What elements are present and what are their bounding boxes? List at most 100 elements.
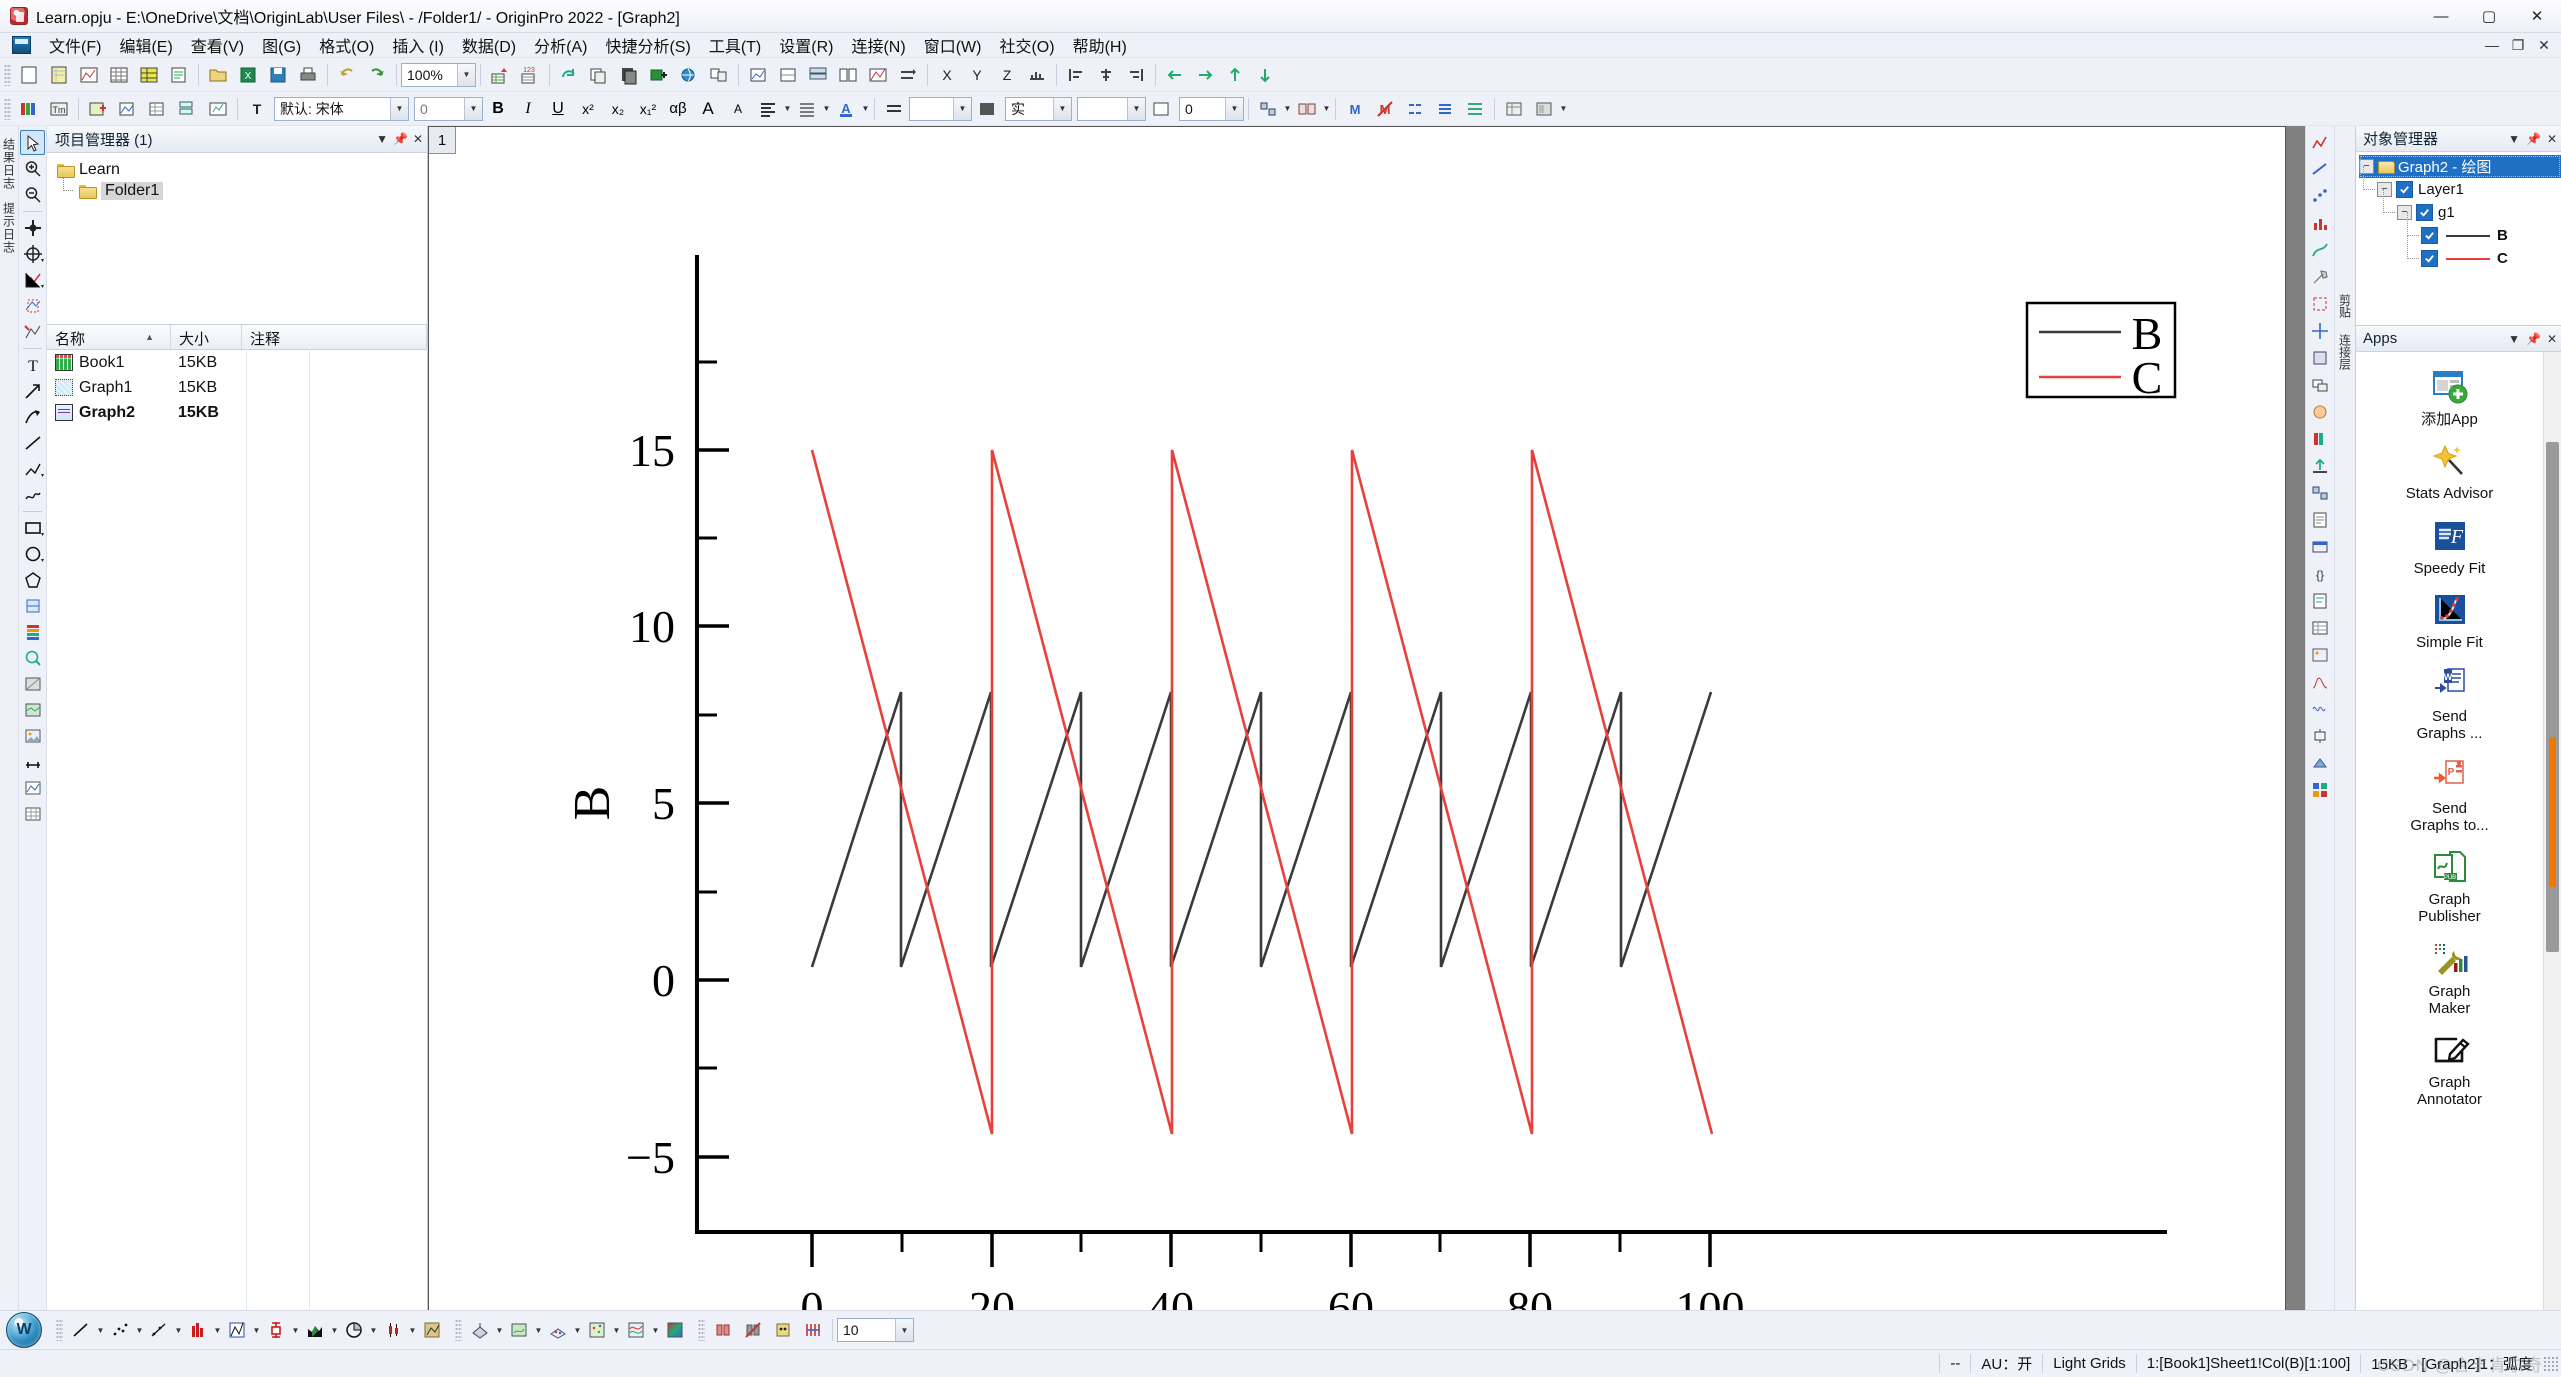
table-insert-icon[interactable] <box>20 801 45 826</box>
pointer-icon[interactable] <box>20 130 45 155</box>
line-thickness-icon[interactable] <box>880 95 908 123</box>
gradient-icon[interactable] <box>20 671 45 696</box>
chevron-down-icon[interactable]: ▼ <box>408 1317 417 1343</box>
om-node-g1[interactable]: − g1 <box>2359 189 2561 224</box>
chevron-down-icon[interactable]: ▼ <box>1322 96 1331 122</box>
menu-item-connect[interactable]: 连接(N) <box>842 31 914 59</box>
screen-reader-icon[interactable]: ▾ <box>20 267 45 292</box>
pin-icon[interactable]: 📌 <box>2526 332 2541 346</box>
chevron-down-icon[interactable]: ▼ <box>390 97 408 120</box>
line-thickness-combo[interactable]: ▼ <box>909 96 972 121</box>
palette-icon[interactable] <box>2307 426 2333 452</box>
chevron-down-icon[interactable]: ▼ <box>783 96 792 122</box>
checkbox-checked-icon[interactable] <box>2421 227 2438 244</box>
script-icon[interactable] <box>2307 588 2333 614</box>
font-size-combo[interactable]: 0 ▼ <box>414 96 483 121</box>
new-notes-icon[interactable] <box>165 61 193 89</box>
checkbox-checked-icon[interactable] <box>2396 181 2413 198</box>
plot-setup-icon[interactable] <box>204 95 232 123</box>
column-bar-icon[interactable] <box>184 1316 212 1345</box>
toolbar-grip[interactable] <box>698 1319 705 1341</box>
scale-icon[interactable] <box>1023 61 1051 89</box>
app-item-send-graphs-ppt[interactable]: P Send Graphs to... <box>2375 751 2525 841</box>
menu-item-data[interactable]: 数据(D) <box>453 31 525 59</box>
menu-item-tools[interactable]: 工具(T) <box>700 31 770 59</box>
menu-item-help[interactable]: 帮助(H) <box>1064 31 1136 59</box>
text-tool-icon[interactable]: T <box>20 352 45 377</box>
speed-mode-icon[interactable] <box>864 61 892 89</box>
dropdown-icon[interactable]: ▼ <box>376 132 388 146</box>
freehand-icon[interactable] <box>20 482 45 507</box>
graph-icon[interactable] <box>2307 129 2333 155</box>
tool-icon[interactable] <box>2307 264 2333 290</box>
add-matrix-icon[interactable] <box>144 95 172 123</box>
pie-chart-icon[interactable] <box>340 1316 368 1345</box>
column-header-size[interactable]: 大小 <box>171 325 242 349</box>
chevron-down-icon[interactable]: ▼ <box>291 1317 300 1343</box>
vtab-results-log[interactable]: 结果日志 <box>0 132 19 196</box>
align-center-icon[interactable] <box>1092 61 1120 89</box>
menu-item-insert[interactable]: 插入 (I) <box>383 31 453 59</box>
layer-management-icon[interactable] <box>804 61 832 89</box>
app-item-graph-publisher[interactable]: PUB Graph Publisher <box>2375 842 2525 932</box>
layer-contents-icon[interactable] <box>174 95 202 123</box>
chevron-down-icon[interactable]: ▼ <box>330 1317 339 1343</box>
tree-node-learn[interactable]: Learn <box>57 159 427 180</box>
underline-icon[interactable]: U <box>544 95 572 123</box>
font-name-combo[interactable]: 默认: 宋体 ▼ <box>274 96 409 121</box>
signal-icon[interactable] <box>2307 696 2333 722</box>
status-segment-autoupdate[interactable]: AU：开 <box>1970 1354 2042 1373</box>
chevron-down-icon[interactable]: ▼ <box>252 1317 261 1343</box>
arrow-left-icon[interactable] <box>1161 61 1189 89</box>
embed-graph-icon[interactable] <box>20 775 45 800</box>
greek-icon[interactable]: αβ <box>664 95 692 123</box>
copy-page-icon[interactable] <box>615 61 643 89</box>
origin-orb-icon[interactable] <box>6 1312 42 1348</box>
line-plot-icon[interactable] <box>67 1316 95 1345</box>
layout-icon[interactable] <box>1530 95 1558 123</box>
om-node-plot-c[interactable]: C <box>2359 235 2561 270</box>
peak-icon[interactable] <box>2307 669 2333 695</box>
app-item-add-app[interactable]: 添加App <box>2375 362 2525 434</box>
dropdown-icon[interactable]: ▼ <box>2508 132 2520 146</box>
arrow-tool-icon[interactable] <box>20 378 45 403</box>
palette-icon[interactable] <box>15 95 43 123</box>
circle-icon[interactable]: ▾ <box>20 541 45 566</box>
undo-icon[interactable] <box>333 61 361 89</box>
status-segment-theme[interactable]: Light Grids <box>2042 1354 2136 1373</box>
app-item-stats-advisor[interactable]: Stats Advisor <box>2375 436 2525 508</box>
theme-icon[interactable] <box>2307 399 2333 425</box>
doc-restore-button[interactable]: ❐ <box>2507 37 2529 54</box>
mask-tool-icon[interactable] <box>769 1316 797 1345</box>
om-node-layer1[interactable]: − Layer1 <box>2359 166 2561 201</box>
doc-close-button[interactable]: ✕ <box>2533 37 2555 54</box>
pattern-style-icon[interactable] <box>1147 95 1175 123</box>
arrow-up-icon[interactable] <box>1221 61 1249 89</box>
italic-icon[interactable]: I <box>514 95 542 123</box>
exchange-xy-icon[interactable] <box>894 61 922 89</box>
collapse-icon[interactable]: − <box>2359 159 2374 174</box>
vtab-prompt-log[interactable]: 提示日志 <box>0 196 19 260</box>
column-header-note[interactable]: 注释 <box>242 325 427 349</box>
import-single-ascii-icon[interactable]: 123 <box>516 61 544 89</box>
split-cells-icon[interactable] <box>1431 95 1459 123</box>
gadget-icon[interactable] <box>2307 345 2333 371</box>
chevron-down-icon[interactable]: ▼ <box>213 1317 222 1343</box>
add-layer-icon[interactable] <box>645 61 673 89</box>
paragraph-align-icon[interactable] <box>754 95 782 123</box>
bold-icon[interactable]: B <box>484 95 512 123</box>
3d-scatter-icon[interactable] <box>544 1316 572 1345</box>
ungroup-icon[interactable] <box>1293 95 1321 123</box>
redo-icon[interactable] <box>363 61 391 89</box>
fill-pattern-icon[interactable] <box>973 95 1001 123</box>
chevron-down-icon[interactable]: ▼ <box>1127 97 1145 120</box>
chevron-down-icon[interactable]: ▼ <box>1283 96 1292 122</box>
contour-icon[interactable] <box>505 1316 533 1345</box>
line-symbol-icon[interactable] <box>145 1316 173 1345</box>
chevron-down-icon[interactable]: ▼ <box>495 1317 504 1343</box>
toolbar-grip[interactable] <box>56 1319 63 1341</box>
zoom-in-icon[interactable] <box>20 156 45 181</box>
menu-item-quick-analysis[interactable]: 快捷分析(S) <box>596 31 699 59</box>
batch-icon[interactable] <box>2307 480 2333 506</box>
line-plot-icon[interactable] <box>2307 156 2333 182</box>
